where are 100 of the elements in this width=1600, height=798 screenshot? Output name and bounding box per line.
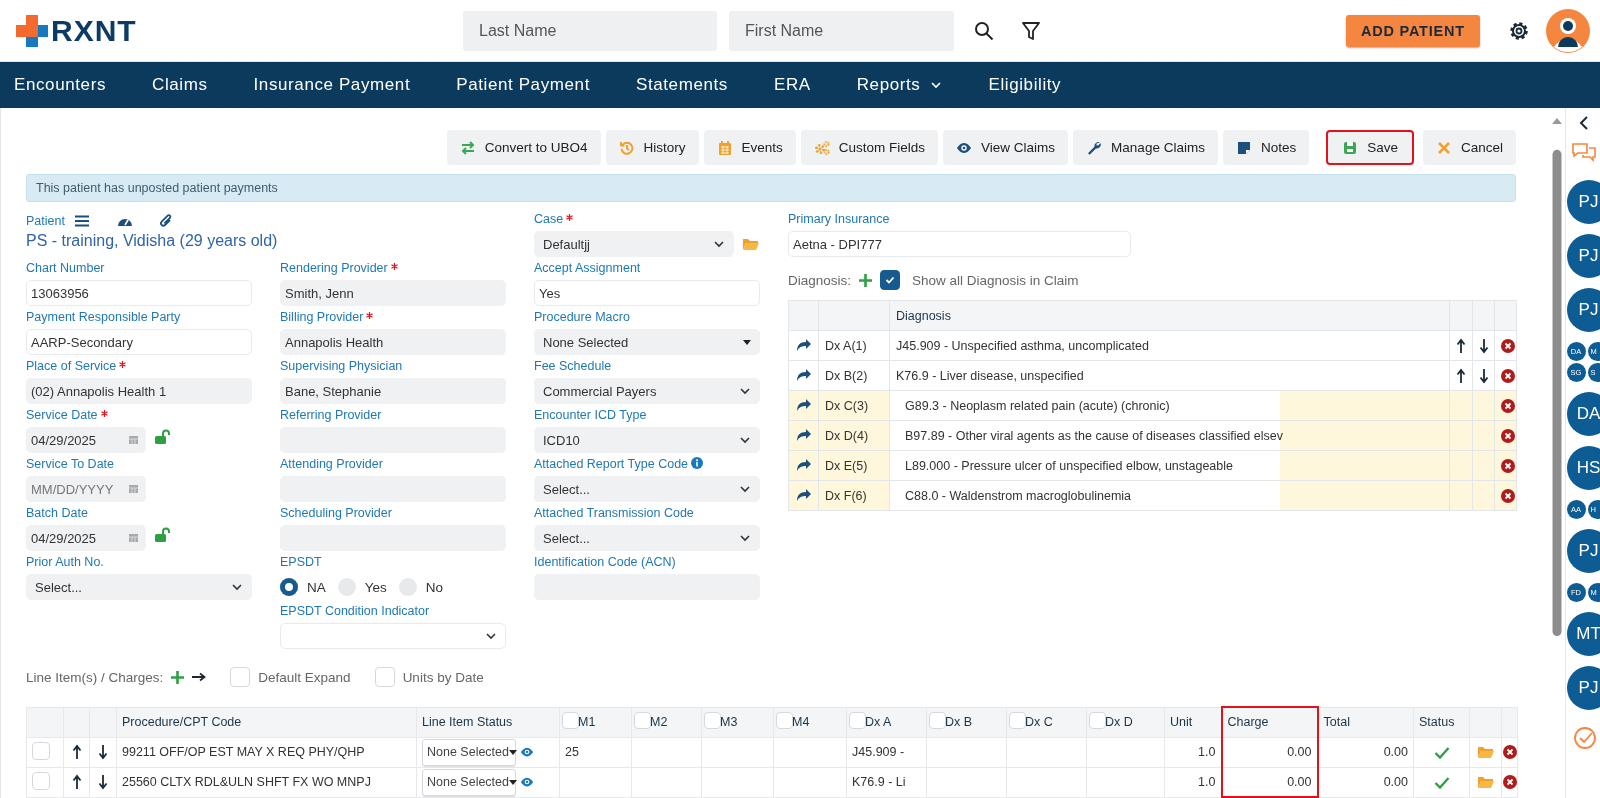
select-field[interactable]: ICD10 — [534, 427, 760, 453]
select-field[interactable]: None Selected — [534, 329, 760, 355]
paperclip-icon[interactable] — [158, 214, 173, 228]
share-arrow-icon[interactable] — [795, 339, 812, 352]
user-avatar-icon[interactable] — [1546, 8, 1590, 53]
share-arrow-icon[interactable] — [795, 369, 812, 382]
remove-icon[interactable] — [1501, 368, 1515, 383]
column-header[interactable]: Dx B — [926, 707, 1007, 737]
info-icon[interactable] — [691, 457, 704, 469]
select-field[interactable]: Select... — [26, 574, 252, 600]
select-field[interactable]: None Selected — [422, 768, 516, 796]
nav-item[interactable]: Insurance Payment — [253, 75, 411, 95]
toolbar-button[interactable]: Convert to UBO4 — [446, 130, 601, 165]
column-header[interactable]: Status — [1413, 707, 1470, 737]
text-field[interactable]: 13063956 — [26, 280, 252, 306]
user-avatar[interactable]: PJ — [1566, 234, 1600, 278]
search-icon[interactable] — [974, 20, 994, 41]
nav-item[interactable]: Patient Payment — [456, 75, 590, 95]
toolbar-button[interactable]: Notes — [1222, 130, 1310, 165]
remove-icon[interactable] — [1503, 745, 1517, 759]
nav-item[interactable]: Reports — [856, 75, 943, 95]
select-field[interactable]: Defaultjj — [534, 231, 734, 257]
arrow-down-icon[interactable] — [1479, 337, 1489, 354]
text-field[interactable]: Bane, Stephanie — [280, 378, 506, 404]
text-field[interactable]: Annapolis Health — [280, 329, 506, 355]
radio-button[interactable] — [280, 578, 298, 596]
select-field[interactable]: None Selected — [422, 738, 516, 766]
user-avatar[interactable]: PJ — [1566, 666, 1600, 710]
chevron-left-icon[interactable] — [1578, 116, 1589, 130]
remove-icon[interactable] — [1501, 458, 1515, 473]
toolbar-button[interactable]: Manage Claims — [1073, 130, 1218, 165]
column-header[interactable]: Dx A — [846, 707, 927, 737]
column-header[interactable]: M2 — [631, 707, 702, 737]
user-avatar[interactable]: DA — [1566, 392, 1600, 436]
nav-item[interactable]: ERA — [773, 75, 811, 95]
checkbox[interactable] — [880, 270, 901, 290]
arrow-up-icon[interactable] — [71, 774, 82, 790]
date-field[interactable]: MM/DD/YYYY — [26, 476, 146, 502]
search-field[interactable]: First Name — [729, 10, 954, 51]
column-header[interactable]: M4 — [773, 707, 847, 737]
user-avatar[interactable]: PJ — [1566, 529, 1600, 573]
text-field[interactable]: Yes — [534, 280, 760, 306]
share-arrow-icon[interactable] — [795, 489, 812, 502]
eye-icon[interactable] — [520, 775, 534, 789]
toolbar-button[interactable]: Custom Fields — [800, 130, 939, 165]
column-header[interactable]: M1 — [559, 707, 632, 737]
eye-icon[interactable] — [520, 745, 534, 759]
share-arrow-icon[interactable] — [795, 399, 812, 412]
select-field[interactable]: Select... — [534, 525, 760, 551]
date-field[interactable]: 04/29/2025 — [26, 427, 146, 453]
text-field[interactable]: Smith, Jenn — [280, 280, 506, 306]
arrow-down-icon[interactable] — [1479, 367, 1489, 384]
text-field[interactable]: Aetna - DPI777 — [788, 231, 1131, 257]
column-header[interactable]: Line Item Status — [416, 707, 560, 737]
column-header[interactable]: Dx D — [1086, 707, 1165, 737]
share-arrow-icon[interactable] — [795, 459, 812, 472]
arrow-up-icon[interactable] — [1456, 337, 1466, 354]
user-avatar[interactable]: PJ — [1566, 180, 1600, 224]
remove-icon[interactable] — [1501, 428, 1515, 443]
arrow-down-icon[interactable] — [98, 744, 108, 760]
text-field[interactable]: AARP-Secondary — [26, 329, 252, 355]
nav-item[interactable]: Statements — [635, 75, 728, 95]
toolbar-button[interactable]: Save — [1326, 130, 1414, 165]
date-field[interactable]: 04/29/2025 — [26, 525, 146, 551]
remove-icon[interactable] — [1501, 398, 1515, 413]
select-field[interactable]: Select... — [534, 476, 760, 502]
select-field[interactable]: Commercial Payers — [534, 378, 760, 404]
nav-item[interactable]: Encounters — [14, 75, 106, 95]
toolbar-button[interactable]: View Claims — [943, 130, 1069, 165]
nav-item[interactable]: Claims — [152, 75, 208, 95]
user-avatar[interactable]: MT — [1566, 612, 1600, 656]
settings-icon[interactable] — [1508, 19, 1530, 42]
user-avatar[interactable]: HS — [1566, 446, 1600, 490]
column-header[interactable]: Total — [1317, 707, 1414, 737]
column-header[interactable]: Dx C — [1006, 707, 1087, 737]
nav-item[interactable]: Eligibility — [988, 75, 1062, 95]
arrow-up-icon[interactable] — [71, 744, 82, 760]
toolbar-button[interactable]: History — [605, 130, 699, 165]
remove-icon[interactable] — [1503, 775, 1517, 789]
column-header[interactable]: M3 — [701, 707, 774, 737]
user-avatar[interactable]: PJ — [1566, 288, 1600, 332]
unlocked-padlock-icon[interactable] — [154, 429, 172, 445]
arrow-down-icon[interactable] — [98, 774, 108, 790]
column-header[interactable]: Unit — [1164, 707, 1222, 737]
column-header[interactable]: Procedure/CPT Code — [116, 707, 417, 737]
filter-icon[interactable] — [1022, 20, 1040, 41]
column-header[interactable]: Charge — [1221, 707, 1318, 737]
toolbar-button[interactable]: Cancel — [1422, 130, 1516, 165]
remove-icon[interactable] — [1501, 338, 1515, 353]
arrow-up-icon[interactable] — [1456, 367, 1466, 384]
plus-icon[interactable] — [859, 273, 873, 287]
select-field[interactable] — [280, 623, 506, 649]
plus-icon[interactable] — [171, 670, 185, 684]
toolbar-button[interactable]: Events — [703, 130, 796, 165]
unlocked-padlock-icon[interactable] — [154, 527, 172, 543]
check-circle-icon[interactable] — [1572, 726, 1597, 750]
text-field[interactable]: (02) Annapolis Health 1 — [26, 378, 252, 404]
share-arrow-icon[interactable] — [795, 429, 812, 442]
add-patient-button[interactable]: ADD PATIENT — [1345, 14, 1480, 47]
search-field[interactable]: Last Name — [463, 10, 717, 51]
